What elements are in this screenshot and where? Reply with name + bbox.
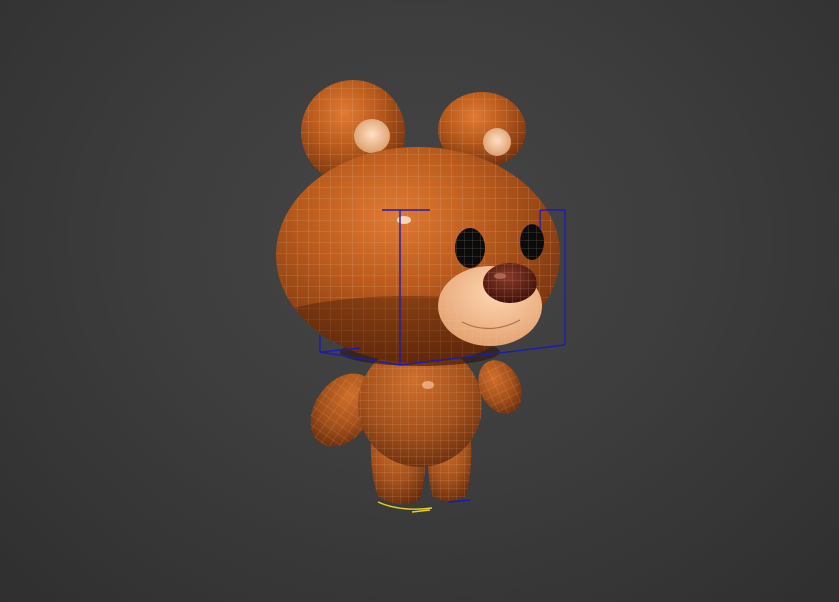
specular-highlight bbox=[397, 216, 411, 224]
right-inner-ear bbox=[483, 128, 511, 156]
viewport-canvas[interactable] bbox=[0, 0, 839, 602]
bear-nose[interactable] bbox=[483, 263, 537, 303]
3d-viewport[interactable] bbox=[0, 0, 839, 602]
bear-left-eye[interactable] bbox=[455, 228, 485, 268]
left-inner-ear bbox=[354, 119, 390, 153]
